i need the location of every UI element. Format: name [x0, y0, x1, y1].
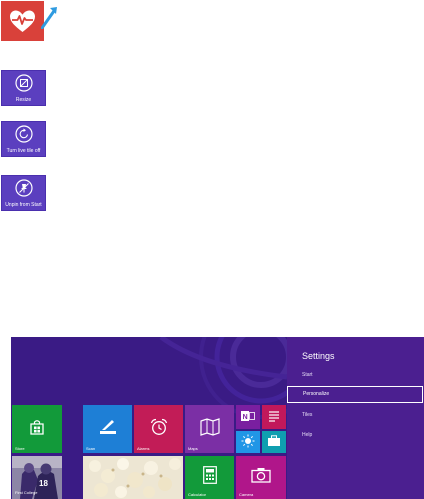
popcorn-photo — [83, 456, 183, 499]
settings-item-personalize[interactable]: Personalize — [287, 386, 423, 403]
calculator-tile[interactable]: Calculator — [185, 456, 234, 499]
svg-text:18: 18 — [39, 479, 48, 488]
unpin-from-start-button[interactable]: Unpin from Start — [1, 175, 46, 211]
settings-item-tiles[interactable]: Tiles — [302, 412, 312, 418]
alarm-clock-icon — [150, 418, 167, 435]
settings-title: Settings — [302, 351, 335, 361]
photos-tile[interactable] — [83, 456, 183, 499]
scanner-icon — [99, 419, 116, 434]
maps-tile-label: Maps — [188, 446, 198, 451]
page: Resize Turn live tile off Unpin from Sta… — [0, 0, 424, 499]
reading-list-tile[interactable] — [262, 405, 286, 429]
store-tile[interactable]: Store — [12, 405, 62, 453]
weather-tile[interactable] — [236, 431, 260, 453]
resize-icon — [14, 74, 33, 92]
start-screen: Store 18 First College Scan Alarms Maps … — [11, 337, 424, 499]
turn-live-tile-off-label: Turn live tile off — [6, 148, 41, 154]
store-tile-label: Store — [15, 446, 25, 451]
heart-pulse-icon — [10, 10, 35, 32]
resize-button[interactable]: Resize — [1, 70, 46, 106]
first-college-tile[interactable]: 18 First College — [12, 456, 62, 499]
map-icon — [199, 417, 220, 436]
camera-tile[interactable]: Camera — [236, 456, 286, 499]
camera-icon — [251, 468, 271, 483]
scan-tile-label: Scan — [86, 446, 96, 451]
onenote-tile[interactable]: N — [236, 405, 260, 429]
calculator-tile-label: Calculator — [188, 492, 207, 497]
arrow-up-right-icon — [41, 7, 57, 29]
onenote-icon: N — [241, 410, 255, 421]
maps-tile[interactable]: Maps — [185, 405, 234, 453]
scan-tile[interactable]: Scan — [83, 405, 132, 453]
unpin-from-start-label: Unpin from Start — [5, 202, 42, 208]
reading-list-icon — [269, 411, 279, 422]
alarms-tile-label: Alarms — [137, 446, 150, 451]
turn-live-tile-off-button[interactable]: Turn live tile off — [1, 121, 46, 157]
settings-item-help[interactable]: Help — [302, 432, 312, 438]
store-icon — [30, 419, 44, 435]
health-app-tile[interactable] — [1, 1, 44, 41]
settings-item-start[interactable]: Start — [302, 372, 313, 378]
camera-tile-label: Camera — [239, 492, 254, 497]
settings-charm: Settings Start Personalize Tiles Help — [287, 337, 424, 499]
live-tile-off-icon — [14, 125, 33, 143]
svg-text:N: N — [243, 414, 248, 421]
calculator-icon — [202, 466, 217, 485]
briefcase-icon — [268, 435, 280, 446]
resize-label: Resize — [15, 97, 32, 103]
unpin-icon — [14, 179, 33, 197]
travel-tile[interactable] — [262, 431, 286, 453]
sun-icon — [241, 434, 255, 448]
first-college-tile-label: First College — [15, 490, 38, 495]
alarms-tile[interactable]: Alarms — [134, 405, 183, 453]
